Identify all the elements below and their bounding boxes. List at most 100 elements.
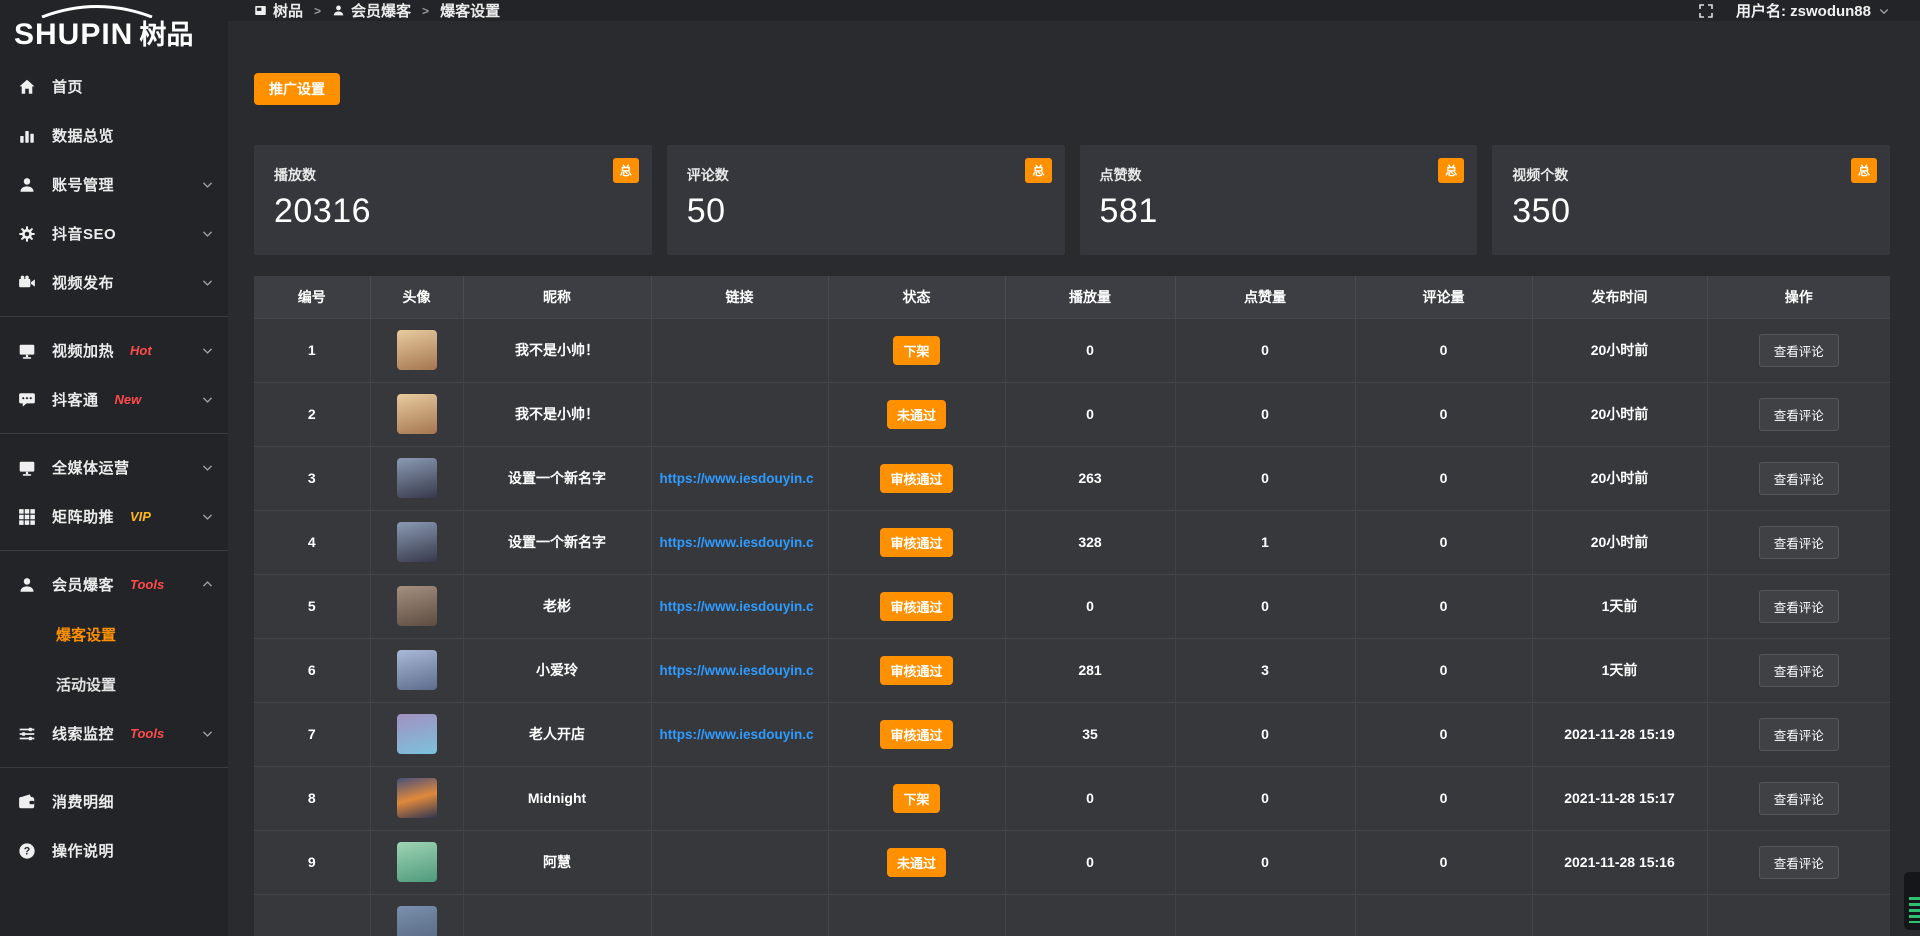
view-comments-button[interactable]: 查看评论 (1759, 590, 1839, 623)
sidebar-item-线索监控[interactable]: 线索监控Tools (0, 709, 228, 758)
home-icon (18, 78, 36, 96)
avatar (397, 714, 437, 754)
cell-action: 查看评论 (1707, 638, 1890, 702)
cell-time: 1天前 (1532, 638, 1707, 702)
promo-settings-button[interactable]: 推广设置 (254, 73, 340, 105)
cell-action: 查看评论 (1707, 382, 1890, 446)
cell-plays: 0 (1005, 574, 1175, 638)
user-menu[interactable]: 用户名: zswodun88 (1736, 0, 1890, 21)
view-comments-button[interactable]: 查看评论 (1759, 462, 1839, 495)
sidebar-item-label: 数据总览 (52, 125, 114, 146)
sidebar-divider (0, 550, 228, 551)
column-header-播放量: 播放量 (1005, 276, 1175, 318)
chevron-up-icon (201, 578, 214, 591)
video-link[interactable]: https://www.iesdouyin.c (652, 663, 828, 678)
cell-comments (1355, 894, 1532, 936)
cell-likes: 0 (1175, 382, 1355, 446)
sidebar-subitem-活动设置[interactable]: 活动设置 (0, 659, 228, 709)
breadcrumb-label: 会员爆客 (351, 0, 411, 21)
user-icon (18, 576, 36, 594)
sidebar-item-label: 会员爆客 (52, 574, 114, 595)
video-link[interactable]: https://www.iesdouyin.c (652, 599, 828, 614)
sidebar-item-消费明细[interactable]: 消费明细 (0, 777, 228, 826)
stat-label: 视频个数 (1512, 165, 1890, 185)
chevron-down-icon (201, 461, 214, 474)
sidebar-item-首页[interactable]: 首页 (0, 62, 228, 111)
view-comments-button[interactable]: 查看评论 (1759, 718, 1839, 751)
cell-id: 9 (254, 830, 370, 894)
sidebar-subitem-爆客设置[interactable]: 爆客设置 (0, 609, 228, 659)
chevron-down-icon (1878, 5, 1890, 17)
sidebar-divider (0, 433, 228, 434)
floating-widget[interactable] (1904, 872, 1920, 930)
video-link[interactable]: https://www.iesdouyin.c (652, 471, 828, 486)
sidebar-item-账号管理[interactable]: 账号管理 (0, 160, 228, 209)
question-icon: ? (18, 842, 36, 860)
sidebar-item-label: 账号管理 (52, 174, 114, 195)
sidebar-item-抖音SEO[interactable]: 抖音SEO (0, 209, 228, 258)
sidebar-item-全媒体运营[interactable]: 全媒体运营 (0, 443, 228, 492)
cell-id: 2 (254, 382, 370, 446)
view-comments-button[interactable]: 查看评论 (1759, 782, 1839, 815)
view-comments-button[interactable]: 查看评论 (1759, 526, 1839, 559)
sidebar-item-视频发布[interactable]: 视频发布 (0, 258, 228, 307)
cell-status: 下架 (828, 766, 1005, 830)
sidebar-item-视频加热[interactable]: 视频加热Hot (0, 326, 228, 375)
cell-likes: 1 (1175, 510, 1355, 574)
sidebar-item-抖客通[interactable]: 抖客通New (0, 375, 228, 424)
view-comments-button[interactable]: 查看评论 (1759, 398, 1839, 431)
cell-comments: 0 (1355, 830, 1532, 894)
sidebar-item-数据总览[interactable]: 数据总览 (0, 111, 228, 160)
cell-action: 查看评论 (1707, 830, 1890, 894)
column-header-点赞量: 点赞量 (1175, 276, 1355, 318)
cell-nickname: 阿慧 (463, 830, 651, 894)
status-badge: 审核通过 (880, 656, 952, 685)
breadcrumb-item-树品[interactable]: 树品 (254, 0, 303, 21)
view-comments-button[interactable]: 查看评论 (1759, 654, 1839, 687)
sidebar-item-会员爆客[interactable]: 会员爆客Tools (0, 560, 228, 609)
cell-status (828, 894, 1005, 936)
table-row: 9阿慧未通过0002021-11-28 15:16查看评论 (254, 830, 1890, 894)
status-badge: 审核通过 (880, 720, 952, 749)
cell-action (1707, 894, 1890, 936)
video-link[interactable]: https://www.iesdouyin.c (652, 535, 828, 550)
cell-action: 查看评论 (1707, 766, 1890, 830)
avatar (397, 842, 437, 882)
fullscreen-icon[interactable] (1698, 3, 1714, 19)
cell-likes: 0 (1175, 318, 1355, 382)
dashboard-icon (254, 4, 267, 17)
column-header-状态: 状态 (828, 276, 1005, 318)
sidebar-item-tag: Hot (130, 343, 152, 358)
cell-avatar (370, 894, 463, 936)
cell-time: 1天前 (1532, 574, 1707, 638)
chat-icon (18, 391, 36, 409)
avatar (397, 906, 437, 936)
cell-comments: 0 (1355, 446, 1532, 510)
cell-link: https://www.iesdouyin.c (651, 702, 828, 766)
cell-avatar (370, 702, 463, 766)
sidebar-item-矩阵助推[interactable]: 矩阵助推VIP (0, 492, 228, 541)
cell-comments: 0 (1355, 382, 1532, 446)
avatar (397, 522, 437, 562)
cell-id: 7 (254, 702, 370, 766)
video-link[interactable]: https://www.iesdouyin.c (652, 727, 828, 742)
topbar-right: 用户名: zswodun88 (1698, 0, 1890, 21)
table-row: 3设置一个新名字https://www.iesdouyin.c审核通过26300… (254, 446, 1890, 510)
cell-id (254, 894, 370, 936)
table-row: 1我不是小帅！下架00020小时前查看评论 (254, 318, 1890, 382)
gear-icon (18, 225, 36, 243)
sidebar-item-label: 矩阵助推 (52, 506, 114, 527)
sidebar-item-操作说明[interactable]: ?操作说明 (0, 826, 228, 875)
breadcrumb-item-会员爆客[interactable]: 会员爆客 (332, 0, 411, 21)
cell-avatar (370, 574, 463, 638)
chevron-down-icon (201, 227, 214, 240)
column-header-链接: 链接 (651, 276, 828, 318)
view-comments-button[interactable]: 查看评论 (1759, 334, 1839, 367)
cell-status: 未通过 (828, 830, 1005, 894)
sidebar: SHUPIN 树品 首页数据总览账号管理抖音SEO视频发布视频加热Hot抖客通N… (0, 0, 228, 936)
monitor-icon (18, 342, 36, 360)
stat-total-badge: 总 (613, 158, 639, 183)
view-comments-button[interactable]: 查看评论 (1759, 846, 1839, 879)
cell-id: 8 (254, 766, 370, 830)
user-icon (332, 4, 345, 17)
